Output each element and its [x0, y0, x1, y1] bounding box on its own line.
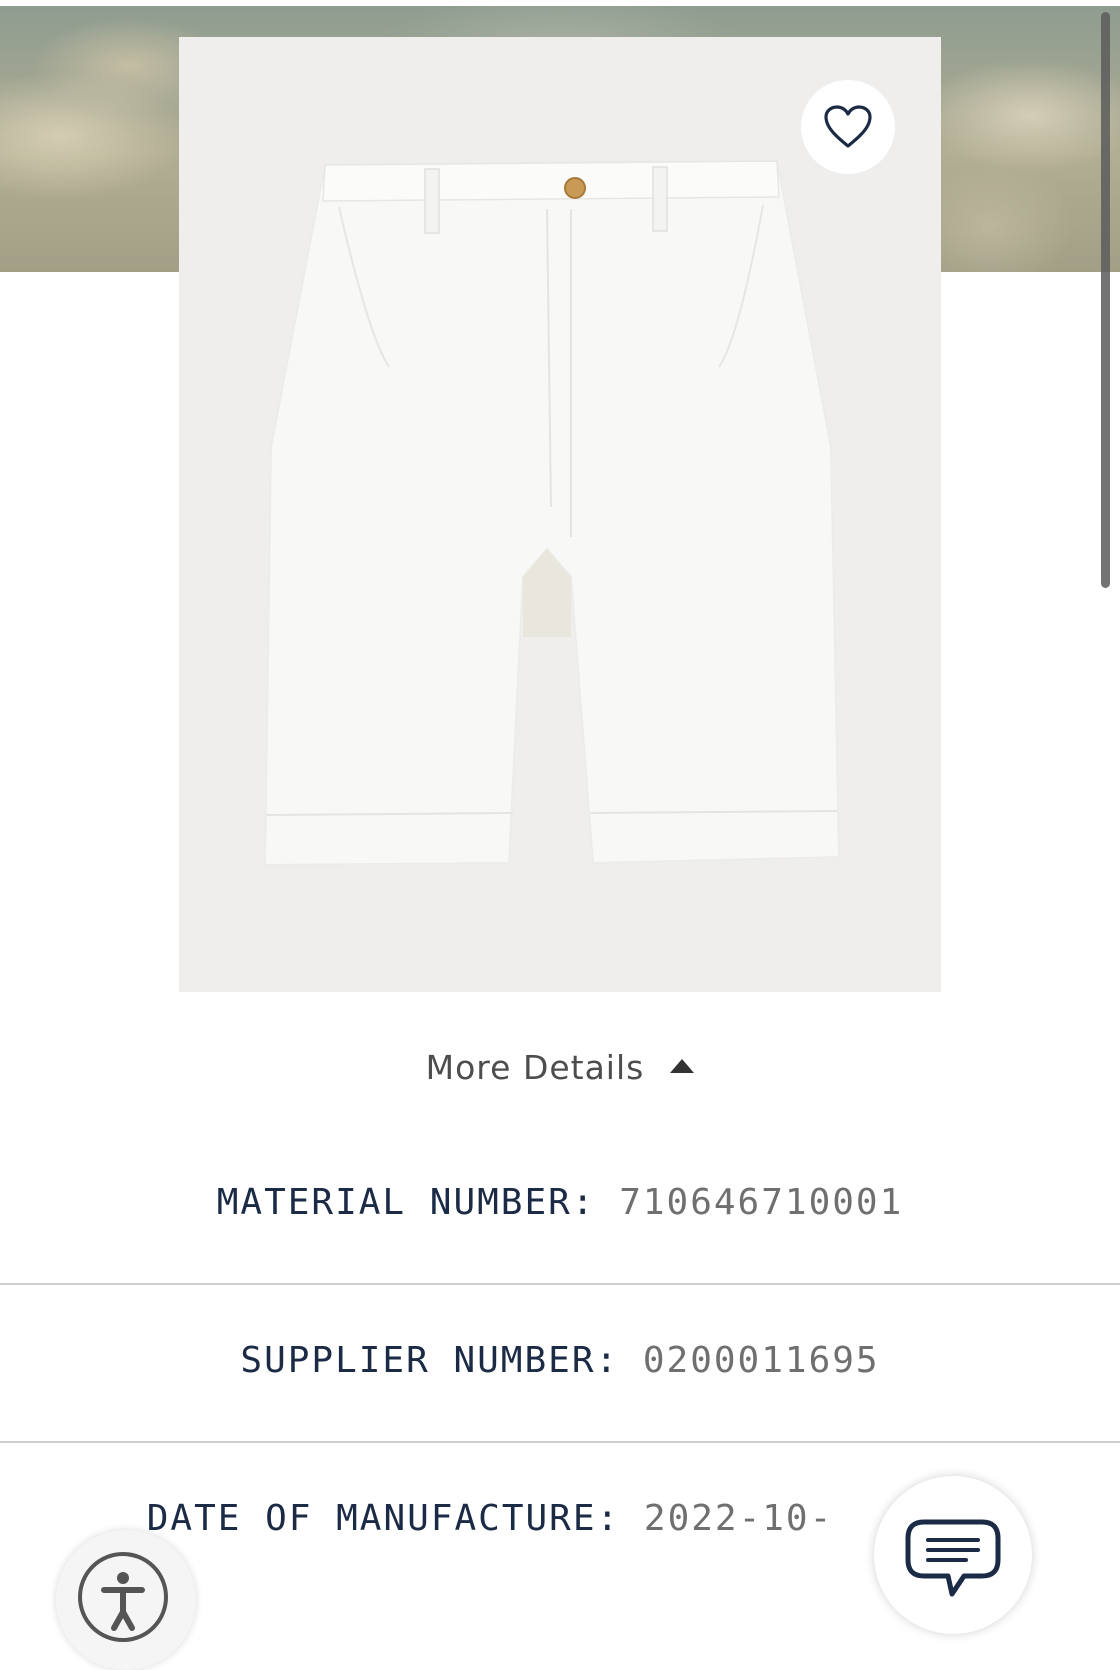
- date-of-manufacture-label: DATE OF MANUFACTURE:: [146, 1498, 621, 1539]
- scrollbar-thumb[interactable]: [1101, 12, 1110, 588]
- divider: [0, 1283, 1120, 1285]
- material-number-label: MATERIAL NUMBER:: [216, 1182, 596, 1223]
- supplier-number-value: 0200011695: [642, 1340, 880, 1381]
- heart-outline-icon: [824, 105, 872, 148]
- material-number-value: 710646710001: [619, 1182, 904, 1223]
- more-details-toggle[interactable]: More Details: [0, 1048, 1120, 1087]
- caret-up-icon: [670, 1058, 695, 1073]
- chat-button[interactable]: [874, 1476, 1032, 1634]
- accessibility-icon: [78, 1552, 168, 1642]
- chat-bubble-icon: [905, 1519, 1001, 1597]
- date-of-manufacture-value: 2022-10-: [643, 1498, 834, 1539]
- product-image-card[interactable]: [179, 37, 941, 992]
- supplier-number-row: SUPPLIER NUMBER: 0200011695: [0, 1340, 1120, 1381]
- material-number-row: MATERIAL NUMBER: 710646710001: [0, 1182, 1120, 1223]
- more-details-label: More Details: [425, 1048, 645, 1087]
- product-image: [263, 159, 841, 867]
- divider: [0, 1441, 1120, 1443]
- supplier-number-label: SUPPLIER NUMBER:: [240, 1340, 620, 1381]
- wishlist-button[interactable]: [801, 80, 895, 174]
- accessibility-button[interactable]: [56, 1530, 196, 1670]
